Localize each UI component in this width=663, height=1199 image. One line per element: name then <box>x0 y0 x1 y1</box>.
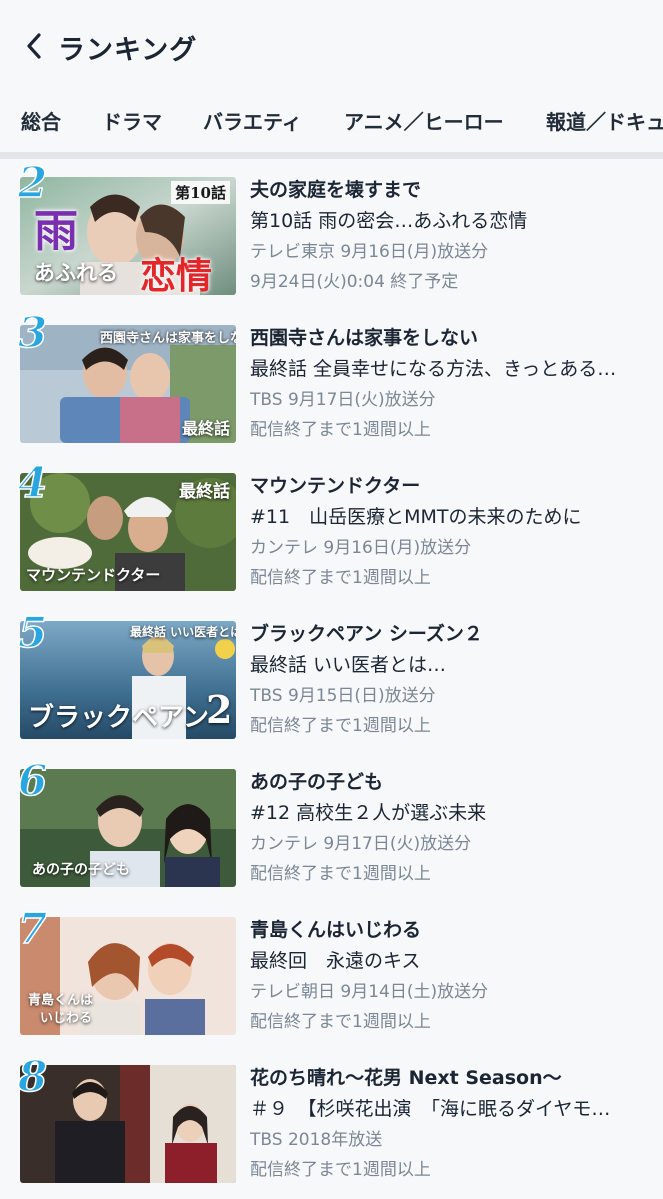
rank-number: 2 <box>17 158 48 207</box>
episode-title: #11 山岳医療とMMTの未来のために <box>250 506 582 528</box>
availability-status: 配信終了まで1週間以上 <box>250 1160 431 1180</box>
rank-number: 7 <box>17 904 48 953</box>
show-title: 花のち晴れ〜花男 Next Season〜 <box>250 1067 562 1089</box>
category-tabs: 総合 ドラマ バラエティ アニメ／ヒーロー 報道／ドキュ <box>0 92 663 160</box>
item-info: 花のち晴れ〜花男 Next Season〜 ＃９ 【杉咲花出演 「海に眠るダイヤ… <box>250 1063 650 1182</box>
thumb-title-text: 恋情 <box>140 255 213 295</box>
show-title: マウンテンドクター <box>250 475 421 497</box>
tab-drama[interactable]: ドラマ <box>102 106 162 135</box>
item-info: 青島くんはいじわる 最終回 永遠のキス テレビ朝日 9月14日(土)放送分 配信… <box>250 915 650 1034</box>
broadcast-info: TBS 9月17日(火)放送分 <box>250 390 436 410</box>
availability-status: 配信終了まで1週間以上 <box>250 1012 431 1032</box>
broadcast-info: TBS 9月15日(日)放送分 <box>250 686 436 706</box>
thumb-logo-text: 青島くんは <box>28 993 94 1008</box>
availability-status: 9月24日(火)0:04 終了予定 <box>250 272 459 292</box>
thumbnail: 西園寺さんは家事をしない 最終話 <box>20 325 236 443</box>
thumb-logo-text: あの子の子ども <box>32 862 130 878</box>
thumb-logo-text: 2 <box>206 687 233 732</box>
tab-sougou[interactable]: 総合 <box>21 106 61 135</box>
item-info: マウンテンドクター #11 山岳医療とMMTの未来のために カンテレ 9月16日… <box>250 471 650 590</box>
tab-anime-hero[interactable]: アニメ／ヒーロー <box>344 106 504 135</box>
episode-title: ＃９ 【杉咲花出演 「海に眠るダイヤモ… <box>250 1098 611 1120</box>
thumbnail: 青島くんは いじわる <box>20 917 236 1035</box>
ranking-item[interactable]: 7 青島くんは いじわる 青島くんはいじわる 最終回 永遠のキス テレビ朝日 9… <box>0 899 663 1047</box>
rank-number: 4 <box>17 458 48 507</box>
broadcast-info: カンテレ 9月16日(月)放送分 <box>250 538 472 558</box>
ranking-item[interactable]: 6 あの子の子ども あの子の子ども #12 高校生２人が選ぶ未来 カンテレ 9月… <box>0 751 663 899</box>
show-title: 西園寺さんは家事をしない <box>250 327 479 349</box>
item-info: ブラックペアン シーズン２ 最終話 いい医者とは… TBS 9月15日(日)放送… <box>250 619 650 738</box>
thumb-title-text: あふれる <box>34 260 118 285</box>
thumbnail: 最終話 マウンテンドクター <box>20 473 236 591</box>
broadcast-info: TBS 2018年放送 <box>250 1130 383 1150</box>
thumb-logo-text: いじわる <box>40 1011 93 1026</box>
thumb-logo-text: ブラックペアン <box>28 703 209 733</box>
show-title: 夫の家庭を壊すまで <box>250 179 422 201</box>
rank-number: 3 <box>17 308 48 357</box>
item-info: あの子の子ども #12 高校生２人が選ぶ未来 カンテレ 9月17日(火)放送分 … <box>250 767 650 886</box>
thumbnail: 雨 あふれる 恋情 第10話 <box>20 177 236 295</box>
broadcast-info: テレビ朝日 9月14日(土)放送分 <box>250 982 489 1002</box>
broadcast-info: カンテレ 9月17日(火)放送分 <box>250 834 472 854</box>
page-title: ランキング <box>58 35 198 66</box>
episode-title: 第10話 雨の密会…あふれる恋情 <box>250 210 528 232</box>
availability-status: 配信終了まで1週間以上 <box>250 420 431 440</box>
ranking-item[interactable]: 5 最終話 いい医者とは ブラックペアン 2 ブラックペアン シーズン２ 最終話… <box>0 603 663 751</box>
broadcast-info: テレビ東京 9月16日(月)放送分 <box>250 242 489 262</box>
thumbnail: 最終話 いい医者とは ブラックペアン 2 <box>20 621 236 739</box>
episode-title: 最終話 全員幸せになる方法、きっとある… <box>250 358 617 380</box>
thumbnail: あの子の子ども <box>20 769 236 887</box>
chevron-left-icon[interactable] <box>22 30 48 62</box>
ranking-item[interactable]: 4 最終話 マウンテンドクター マウンテンドクター #11 山岳医療とMMTの未… <box>0 455 663 603</box>
ranking-item[interactable]: 8 花のち晴れ〜花男 Next Season〜 ＃９ 【杉咲花出演 「海に眠るダ… <box>0 1047 663 1195</box>
tabs-divider <box>0 152 663 159</box>
show-title: 青島くんはいじわる <box>250 919 422 941</box>
thumb-episode-label: 最終話 <box>181 419 230 438</box>
episode-title: #12 高校生２人が選ぶ未来 <box>250 802 487 824</box>
thumb-episode-label: 第10話 <box>171 181 230 204</box>
availability-status: 配信終了まで1週間以上 <box>250 716 431 736</box>
thumb-logo-text: マウンテンドクター <box>26 566 161 584</box>
tab-variety[interactable]: バラエティ <box>203 106 302 135</box>
thumb-episode-label: 最終話 <box>179 482 230 502</box>
episode-title: 最終話 いい医者とは… <box>250 654 447 676</box>
thumb-episode-label: 最終話 いい医者とは <box>130 625 236 639</box>
rank-number: 5 <box>17 608 48 657</box>
ranking-item[interactable]: 3 西園寺さんは家事をしない 最終話 西園寺さんは家事をしない 最終話 全員幸せ… <box>0 307 663 455</box>
thumb-logo-text: 西園寺さんは家事をしない <box>100 331 236 346</box>
ranking-item[interactable]: 2 雨 あふれる 恋情 第10話 夫の家庭を壊すまで 第10話 雨の密会…あふれ… <box>0 159 663 307</box>
tab-news-docu[interactable]: 報道／ドキュ <box>546 106 663 135</box>
item-info: 夫の家庭を壊すまで 第10話 雨の密会…あふれる恋情 テレビ東京 9月16日(月… <box>250 175 650 294</box>
thumbnail <box>20 1065 236 1183</box>
app-header: ランキング <box>0 0 663 92</box>
rank-number: 8 <box>17 1052 48 1101</box>
rank-number: 6 <box>17 756 48 805</box>
show-title: あの子の子ども <box>250 771 384 793</box>
availability-status: 配信終了まで1週間以上 <box>250 568 431 588</box>
episode-title: 最終回 永遠のキス <box>250 950 421 972</box>
item-info: 西園寺さんは家事をしない 最終話 全員幸せになる方法、きっとある… TBS 9月… <box>250 323 650 442</box>
availability-status: 配信終了まで1週間以上 <box>250 864 431 884</box>
show-title: ブラックペアン シーズン２ <box>250 623 483 645</box>
